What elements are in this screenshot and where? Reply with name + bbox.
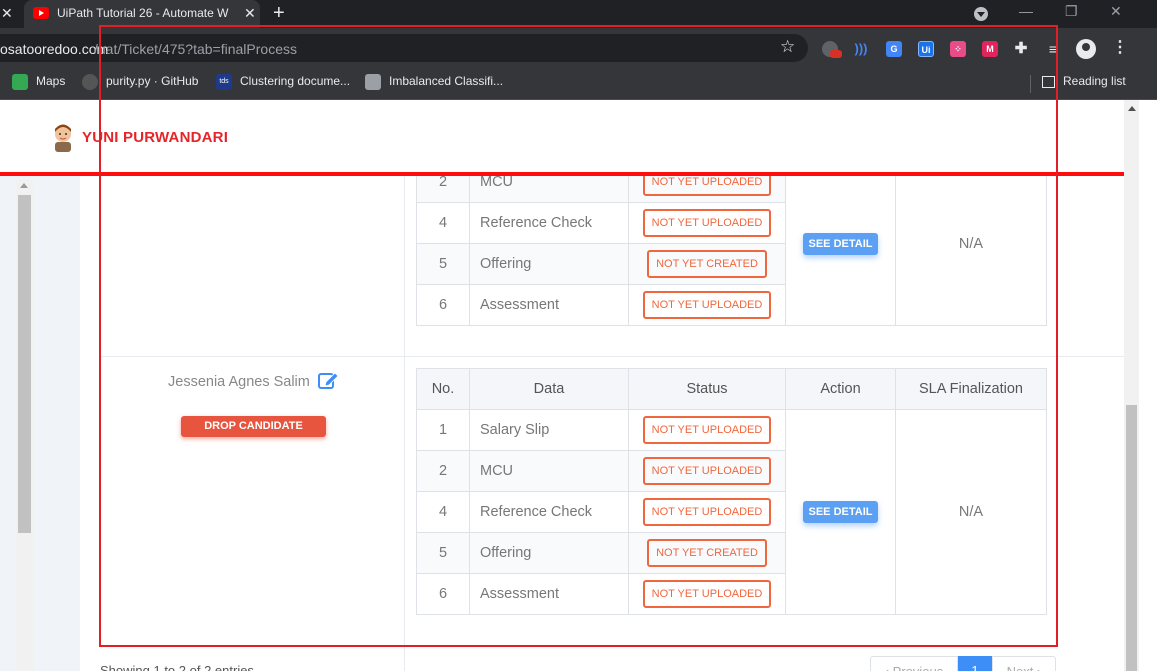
row-no: 2 [416,450,470,492]
previous-page-button[interactable]: ‹ Previous [870,656,958,671]
inner-scrollbar[interactable] [16,180,33,671]
see-detail-button[interactable]: SEE DETAIL [802,232,879,255]
tab-title: UiPath Tutorial 26 - Automate W [57,6,229,20]
reading-queue-icon[interactable]: ≡ [1045,41,1061,57]
tab-search-icon[interactable] [974,7,988,21]
bookmarks-bar: Maps purity.py · GitHub tds Clustering do… [0,68,1157,100]
row-data: Reference Check [469,491,629,533]
url-host: osatooredoo.com [0,41,109,57]
row-data: Reference Check [469,202,629,244]
uipath-icon[interactable]: Ui [918,41,934,57]
sla-value: N/A [895,409,1047,615]
page-scrollbar[interactable] [1124,100,1139,671]
column-header: SLA Finalization [895,368,1047,410]
close-icon[interactable]: ✕ [1,5,13,22]
tds-icon: tds [216,74,232,90]
row-data: Salary Slip [469,409,629,451]
scroll-thumb[interactable] [1126,405,1137,671]
status-badge: NOT YET UPLOADED [642,416,772,444]
header-divider [0,172,1124,176]
column-header: Status [628,368,786,410]
row-no: 4 [416,202,470,244]
status-badge: NOT YET UPLOADED [642,209,772,237]
address-bar[interactable]: osatooredoo.com /uat/Ticket/475?tab=fina… [0,34,808,62]
read-aloud-icon[interactable]: ))) [853,41,869,57]
row-no: 4 [416,491,470,533]
row-no: 6 [416,284,470,326]
row-no: 1 [416,409,470,451]
status-badge: NOT YET UPLOADED [642,580,772,608]
drop-candidate-button[interactable]: DROP CANDIDATE [181,416,326,437]
status-badge: NOT YET CREATED [647,539,767,567]
menu-kebab-icon[interactable]: ⋮ [1112,37,1128,57]
column-header: Data [469,368,629,410]
new-tab-icon[interactable]: + [273,2,285,25]
bookmarks-separator [1030,75,1031,93]
profile-icon[interactable] [1076,39,1096,59]
restore-icon[interactable]: ❐ [1065,3,1078,20]
url-path: /uat/Ticket/475?tab=finalProcess [94,41,297,57]
page-content: YUNI PURWANDARI 2 MCU NOT YET UPLOADED S… [0,100,1124,671]
mega-extension-icon[interactable]: M [982,41,998,57]
user-name: YUNI PURWANDARI [82,129,229,146]
status-badge: NOT YET UPLOADED [642,291,772,319]
translate-icon[interactable]: G [886,41,902,57]
github-icon [82,74,98,90]
see-detail-button[interactable]: SEE DETAIL [802,501,879,523]
user-avatar-icon [55,124,71,152]
bookmark-maps[interactable]: Maps [12,74,65,90]
candidate-name: Jessenia Agnes Salim [168,374,310,390]
bookmark-imbalanced[interactable]: Imbalanced Classifi... [365,74,503,90]
page-icon [365,74,381,90]
scroll-thumb[interactable] [18,195,31,533]
column-header: No. [416,368,470,410]
status-badge: NOT YET UPLOADED [642,457,772,485]
row-data: Offering [469,243,629,285]
row-data: MCU [469,450,629,492]
browser-toolbar: osatooredoo.com /uat/Ticket/475?tab=fina… [0,28,1157,68]
bookmark-star-icon[interactable]: ☆ [780,37,795,57]
tab-close-icon[interactable]: ✕ [244,5,256,22]
window-close-icon[interactable]: ✕ [1110,3,1122,20]
row-data: Offering [469,532,629,574]
reading-list-icon [1042,75,1055,88]
dots-extension-icon[interactable]: ⁘ [950,41,966,57]
entries-info: Showing 1 to 2 of 2 entries [100,663,254,671]
extensions-puzzle-icon[interactable]: ✚ [1013,41,1029,57]
scroll-up-icon[interactable] [20,183,28,188]
document-table: No. Data Status Action SLA Finalization … [416,368,1047,615]
scroll-up-icon[interactable] [1128,106,1136,111]
maps-icon [12,74,28,90]
row-no: 5 [416,243,470,285]
minimize-icon[interactable]: — [1019,3,1033,19]
browser-tab-bar: ✕ UiPath Tutorial 26 - Automate W ✕ + — … [0,0,1157,28]
bookmark-clustering[interactable]: tds Clustering docume... [216,74,350,90]
column-header: Action [785,368,896,410]
row-no: 6 [416,573,470,615]
row-data: Assessment [469,284,629,326]
extension-badge-icon [830,50,842,58]
sla-value: N/A [895,161,1047,326]
status-badge: NOT YET CREATED [647,250,767,278]
row-no: 5 [416,532,470,574]
page-1-button[interactable]: 1 [958,656,992,671]
bookmark-github[interactable]: purity.py · GitHub [82,74,198,90]
edit-icon[interactable] [318,370,340,390]
document-table-prev: 2 MCU NOT YET UPLOADED SEE DETAIL N/A 4 … [416,161,1047,326]
table-row: 1 Salary Slip NOT YET UPLOADED SEE DETAI… [416,409,1047,615]
row-data: Assessment [469,573,629,615]
page-header: YUNI PURWANDARI [0,100,1124,172]
row-divider [100,356,1124,357]
table-header-row: No. Data Status Action SLA Finalization [416,368,1047,410]
browser-tab[interactable]: UiPath Tutorial 26 - Automate W ✕ [24,0,260,28]
next-page-button[interactable]: Next › [992,656,1056,671]
reading-list-button[interactable]: Reading list [1042,74,1126,88]
column-divider [404,100,405,671]
status-badge: NOT YET UPLOADED [642,498,772,526]
youtube-icon [33,7,49,19]
